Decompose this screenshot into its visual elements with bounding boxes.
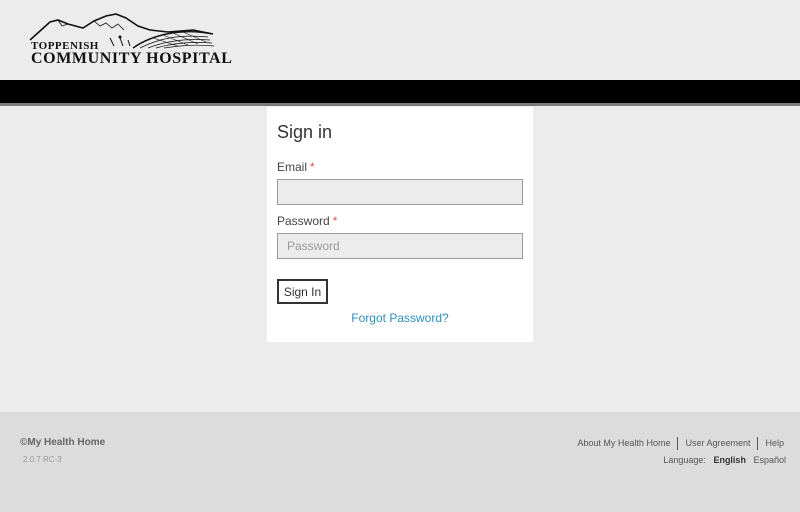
email-required-mark: * — [310, 160, 315, 174]
password-required-mark: * — [332, 214, 338, 228]
language-label: Language: — [663, 455, 706, 465]
password-label: Password * — [277, 214, 337, 228]
sign-in-button[interactable]: Sign In — [277, 279, 328, 304]
signin-card: Sign in Email * Password * Sign In Forgot … — [267, 107, 533, 342]
forgot-password-link[interactable]: Forgot Password? — [267, 311, 533, 325]
copyright-text: ©My Health Home — [20, 437, 106, 448]
footer-divider — [677, 437, 679, 450]
language-espanol[interactable]: Español — [753, 455, 786, 465]
footer: ©My Health Home 2.0.7 RC-3 About My Heal… — [0, 412, 800, 512]
email-input[interactable] — [277, 179, 523, 205]
password-label-text: Password — [277, 214, 330, 228]
email-label: Email * — [277, 160, 315, 174]
footer-links: About My Health Home User Agreement Help — [577, 437, 784, 450]
language-selector: Language: English Español — [663, 455, 786, 465]
help-link[interactable]: Help — [765, 438, 784, 448]
hospital-logo[interactable]: TOPPENISH COMMUNITY HOSPITAL — [28, 12, 232, 72]
header: TOPPENISH COMMUNITY HOSPITAL — [0, 0, 800, 80]
email-label-text: Email — [277, 160, 308, 174]
footer-divider — [757, 437, 759, 450]
top-nav-bar-shadow — [0, 103, 800, 106]
signin-title: Sign in — [277, 122, 333, 142]
password-input[interactable] — [277, 233, 523, 259]
logo-text-line2: COMMUNITY HOSPITAL — [31, 50, 233, 67]
version-text: 2.0.7 RC-3 — [23, 455, 62, 464]
about-link[interactable]: About My Health Home — [577, 438, 670, 448]
user-agreement-link[interactable]: User Agreement — [685, 438, 750, 448]
top-nav-bar — [0, 80, 800, 103]
language-english[interactable]: English — [713, 455, 746, 465]
